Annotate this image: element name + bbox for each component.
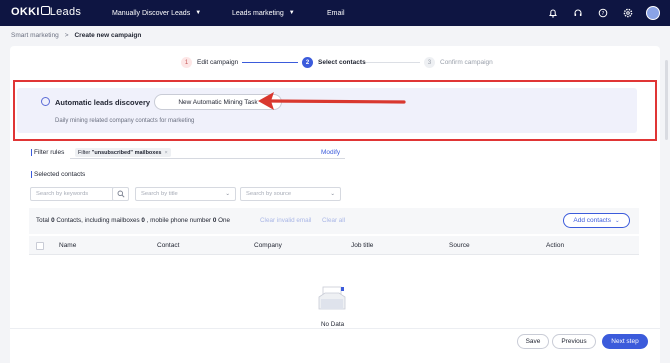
logo-mark — [40, 5, 50, 15]
clear-all-link[interactable]: Clear all — [322, 217, 345, 224]
keyword-search-input[interactable]: Search by keywords — [30, 187, 114, 201]
nav-label: Email — [327, 9, 345, 17]
column-contact: Contact — [157, 242, 180, 249]
clear-invalid-email-link[interactable]: Clear invalid email — [260, 217, 311, 224]
step-label: Select contacts — [318, 59, 366, 66]
nav-leads-marketing[interactable]: Leads marketing ▼ — [232, 0, 295, 26]
search-button[interactable] — [112, 187, 129, 201]
add-contacts-button[interactable]: Add contacts ⌄ — [563, 213, 630, 228]
nav-email[interactable]: Email — [327, 0, 345, 26]
brand-main: OKKI — [11, 6, 40, 18]
column-name: Name — [59, 242, 77, 249]
add-contacts-label: Add contacts — [573, 217, 611, 224]
step-connector — [242, 62, 298, 63]
step-confirm-campaign[interactable]: 3 Confirm campaign — [424, 57, 493, 68]
headset-icon[interactable] — [571, 6, 585, 20]
nav-manually-discover[interactable]: Manually Discover Leads ▼ — [112, 0, 201, 26]
source-select[interactable]: Search by source ⌄ — [240, 187, 341, 201]
column-source: Source — [449, 242, 470, 249]
column-action: Action — [546, 242, 565, 249]
totals-text-part: , mobile phone number — [144, 217, 213, 224]
step-label: Edit campaign — [197, 59, 239, 66]
close-icon[interactable]: × — [164, 150, 167, 156]
chevron-down-icon: ⌄ — [614, 217, 620, 224]
avatar[interactable] — [646, 6, 660, 20]
modify-link[interactable]: Modify — [321, 149, 340, 156]
step-number: 1 — [181, 57, 192, 68]
next-step-button[interactable]: Next step — [602, 334, 648, 349]
totals-text: Total 0 Contacts, including mailboxes 0 … — [36, 217, 230, 224]
save-button[interactable]: Save — [517, 334, 549, 349]
chip-prefix: Filter — [78, 149, 91, 156]
previous-button[interactable]: Previous — [552, 334, 596, 349]
breadcrumb-parent[interactable]: Smart marketing — [11, 32, 59, 39]
source-placeholder: Search by source — [246, 191, 292, 197]
breadcrumb-current: Create new campaign — [74, 32, 142, 39]
totals-text-part: Total — [36, 217, 52, 224]
nav-label: Manually Discover Leads — [112, 9, 191, 17]
chevron-down-icon: ⌄ — [225, 191, 230, 197]
scrollbar[interactable] — [665, 60, 668, 140]
select-all-checkbox[interactable] — [36, 242, 44, 250]
chip-value: "unsubscribed" mailboxes — [91, 149, 162, 156]
brand-logo[interactable]: OKKI Leads — [11, 5, 82, 18]
breadcrumb-separator: > — [64, 32, 69, 39]
annotation-arrow — [258, 92, 406, 110]
selected-contacts-label: Selected contacts — [31, 171, 85, 178]
filter-rules-label: Filter rules — [31, 149, 64, 156]
title-select[interactable]: Search by title ⌄ — [135, 187, 236, 201]
no-data-text: No Data — [321, 321, 345, 328]
step-edit-campaign[interactable]: 1 Edit campaign — [181, 57, 238, 68]
totals-text-part: One — [216, 217, 230, 224]
totals-text-part: Contacts, including mailboxes — [54, 217, 142, 224]
step-number: 3 — [424, 57, 435, 68]
step-connector — [366, 62, 420, 63]
step-number: 2 — [302, 57, 313, 68]
column-company: Company — [254, 242, 282, 249]
filter-chip[interactable]: Filter "unsubscribed" mailboxes × — [75, 148, 171, 157]
top-icons: ? — [546, 6, 660, 20]
chevron-down-icon: ⌄ — [330, 191, 335, 197]
search-icon — [117, 190, 125, 198]
empty-box-icon — [318, 286, 346, 310]
settings-icon[interactable] — [621, 6, 635, 20]
step-label: Confirm campaign — [440, 59, 493, 66]
bell-icon[interactable] — [546, 6, 560, 20]
chevron-down-icon: ▼ — [288, 10, 295, 16]
breadcrumb: Smart marketing > Create new campaign — [11, 32, 141, 39]
title-placeholder: Search by title — [141, 191, 178, 197]
svg-text:?: ? — [602, 11, 605, 17]
chevron-down-icon: ▼ — [195, 10, 202, 16]
nav-label: Leads marketing — [232, 9, 284, 17]
step-select-contacts[interactable]: 2 Select contacts — [302, 57, 366, 68]
keyword-search-placeholder: Search by keywords — [36, 191, 89, 197]
help-icon[interactable]: ? — [596, 6, 610, 20]
column-job-title: Job title — [351, 242, 374, 249]
brand-sub: Leads — [49, 6, 82, 18]
